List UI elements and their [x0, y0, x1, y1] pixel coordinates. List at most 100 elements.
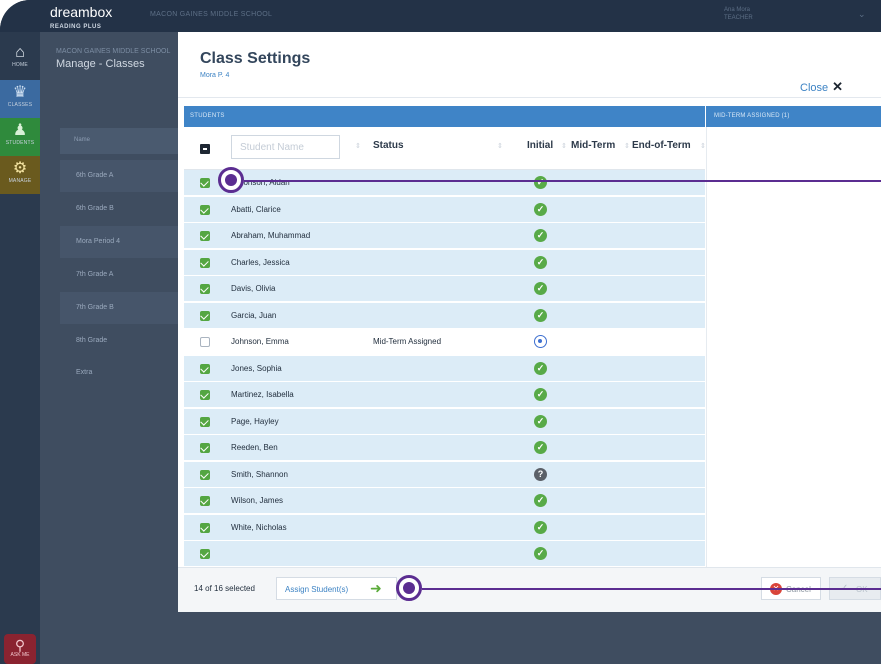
student-row[interactable]: Wilson, James ✓	[184, 488, 705, 514]
user-menu[interactable]: Ana Mora TEACHER	[724, 6, 753, 22]
rail-item-label: STUDENTS	[5, 140, 35, 146]
rail-item-label: MANAGE	[8, 178, 32, 184]
class-name-link[interactable]: Mora P. 4	[200, 72, 229, 79]
student-name: Abatti, Clarice	[231, 204, 281, 214]
check-circle-icon: ✓	[534, 202, 547, 216]
student-row[interactable]: Martinez, Isabella ✓	[184, 382, 705, 408]
class-name: 8th Grade	[76, 337, 108, 344]
callout-marker-assign	[396, 575, 422, 601]
in-progress-icon	[534, 335, 547, 348]
background-class-row: 7th Grade A	[60, 259, 180, 291]
background-class-row: 8th Grade	[60, 325, 180, 357]
background-class-row: Extra	[60, 357, 180, 389]
student-name: Abraham, Muhammad	[231, 231, 311, 240]
student-row[interactable]: White, Nicholas ✓	[184, 514, 705, 541]
student-list[interactable]: Aaronson, Aidan ✓ Abatti, Clarice ✓ Abraham,…	[184, 170, 705, 592]
rail-item-manage[interactable]: ⚙ MANAGE	[0, 156, 40, 194]
check-circle-icon: ✓	[534, 308, 547, 322]
student-row[interactable]: Aaronson, Aidan ✓	[184, 170, 705, 196]
student-checkbox[interactable]	[200, 416, 210, 427]
help-icon: ⚲	[14, 637, 26, 653]
check-circle-icon: ✓	[534, 494, 547, 507]
sort-icon[interactable]: ⇕	[700, 142, 706, 150]
app-window: dreambox READING PLUS MACON GAINES MIDDL…	[0, 0, 881, 664]
student-checkbox[interactable]	[200, 231, 210, 241]
logo-text: dreambox	[50, 4, 113, 20]
student-row[interactable]: Smith, Shannon?	[184, 461, 705, 488]
rail-item-students[interactable]: ♟ STUDENTS	[0, 118, 40, 156]
background-column-header: Name	[60, 128, 180, 154]
rail-item-label: CLASSES	[7, 102, 33, 108]
student-checkbox[interactable]	[200, 496, 210, 506]
student-checkbox[interactable]	[200, 310, 210, 321]
student-checkbox[interactable]	[200, 390, 210, 400]
column-header-status[interactable]: Status	[373, 140, 404, 151]
student-checkbox[interactable]	[200, 443, 210, 453]
student-checkbox[interactable]	[200, 337, 210, 347]
background-column-label: Name	[74, 137, 91, 143]
close-button[interactable]: Close ✕	[800, 79, 843, 95]
student-row[interactable]: Reeden, Ben ✓	[184, 435, 705, 461]
check-circle-icon: ✓	[534, 282, 547, 295]
student-name-search-input[interactable]	[231, 135, 340, 159]
class-name: Mora Period 4	[76, 238, 120, 245]
student-row[interactable]: ✓	[184, 541, 705, 567]
sort-icon[interactable]: ⇕	[624, 142, 630, 150]
page: dreambox READING PLUS MACON GAINES MIDDL…	[0, 0, 881, 664]
student-row[interactable]: Johnson, Emma Mid-Term Assigned	[184, 329, 705, 355]
callout-marker-checkbox	[218, 167, 244, 193]
student-checkbox[interactable]	[200, 178, 210, 188]
class-name: 7th Grade B	[76, 304, 114, 311]
select-all-checkbox[interactable]	[200, 144, 210, 154]
logo[interactable]: dreambox READING PLUS	[50, 5, 112, 34]
midterm-section-header: MID-TERM ASSIGNED (1)	[706, 106, 881, 127]
arrow-right-icon: ➜	[370, 580, 382, 596]
student-checkbox[interactable]	[200, 284, 210, 294]
background-school: MACON GAINES MIDDLE SCHOOL	[56, 48, 171, 55]
column-header-end-of-term[interactable]: End-of-Term	[632, 140, 691, 151]
question-circle-icon: ?	[534, 467, 547, 481]
divider	[178, 97, 881, 98]
home-icon: ⌂	[15, 44, 25, 61]
check-circle-icon: ✓	[534, 176, 547, 189]
student-name: Davis, Olivia	[231, 284, 276, 293]
column-header-initial[interactable]: Initial	[527, 140, 553, 151]
student-name: Wilson, James	[231, 496, 284, 505]
student-checkbox[interactable]	[200, 204, 210, 215]
sort-icon[interactable]: ⇕	[561, 142, 567, 150]
chevron-down-icon[interactable]: ⌄	[858, 9, 866, 20]
column-header-midterm[interactable]: Mid-Term	[571, 140, 615, 151]
student-checkbox[interactable]	[200, 363, 210, 374]
student-row[interactable]: Abraham, Muhammad ✓	[184, 223, 705, 249]
school-name: MACON GAINES MIDDLE SCHOOL	[150, 11, 273, 18]
sort-icon[interactable]: ⇕	[497, 142, 503, 150]
check-circle-icon: ✓	[534, 414, 547, 428]
student-name: Garcia, Juan	[231, 310, 277, 320]
assign-students-button[interactable]: Assign Student(s) ➜	[276, 577, 397, 600]
student-checkbox[interactable]	[200, 469, 210, 480]
callout-line	[422, 588, 881, 590]
sort-icon[interactable]: ⇕	[355, 142, 361, 150]
student-checkbox[interactable]	[200, 522, 210, 533]
class-name: 6th Grade A	[76, 172, 114, 179]
help-button[interactable]: ⚲ ASK ME	[4, 634, 36, 664]
student-name: Johnson, Emma	[231, 337, 289, 346]
student-row[interactable]: Abatti, Clarice ✓	[184, 196, 705, 223]
check-circle-icon: ✓	[534, 388, 547, 401]
table-header: ⇕ Status ⇕ Initial ⇕ Mid-Term ⇕ End-of-T…	[184, 127, 706, 170]
help-label: ASK ME	[10, 652, 30, 658]
student-row[interactable]: Jones, Sophia ✓	[184, 355, 705, 382]
student-name: Reeden, Ben	[231, 443, 278, 452]
midterm-header-label: MID-TERM ASSIGNED (1)	[714, 113, 790, 119]
check-circle-icon: ✓	[534, 229, 547, 242]
student-row[interactable]: Page, Hayley ✓	[184, 408, 705, 435]
student-name: Smith, Shannon	[231, 469, 288, 479]
student-row[interactable]: Garcia, Juan ✓	[184, 302, 705, 329]
rail-item-home[interactable]: ⌂ HOME	[0, 40, 40, 78]
background-title: Manage - Classes	[56, 58, 145, 70]
student-row[interactable]: Charles, Jessica ✓	[184, 249, 705, 276]
student-row[interactable]: Davis, Olivia ✓	[184, 276, 705, 302]
student-checkbox[interactable]	[200, 257, 210, 268]
student-checkbox[interactable]	[200, 549, 210, 559]
rail-item-classes[interactable]: ♛ CLASSES	[0, 80, 40, 118]
